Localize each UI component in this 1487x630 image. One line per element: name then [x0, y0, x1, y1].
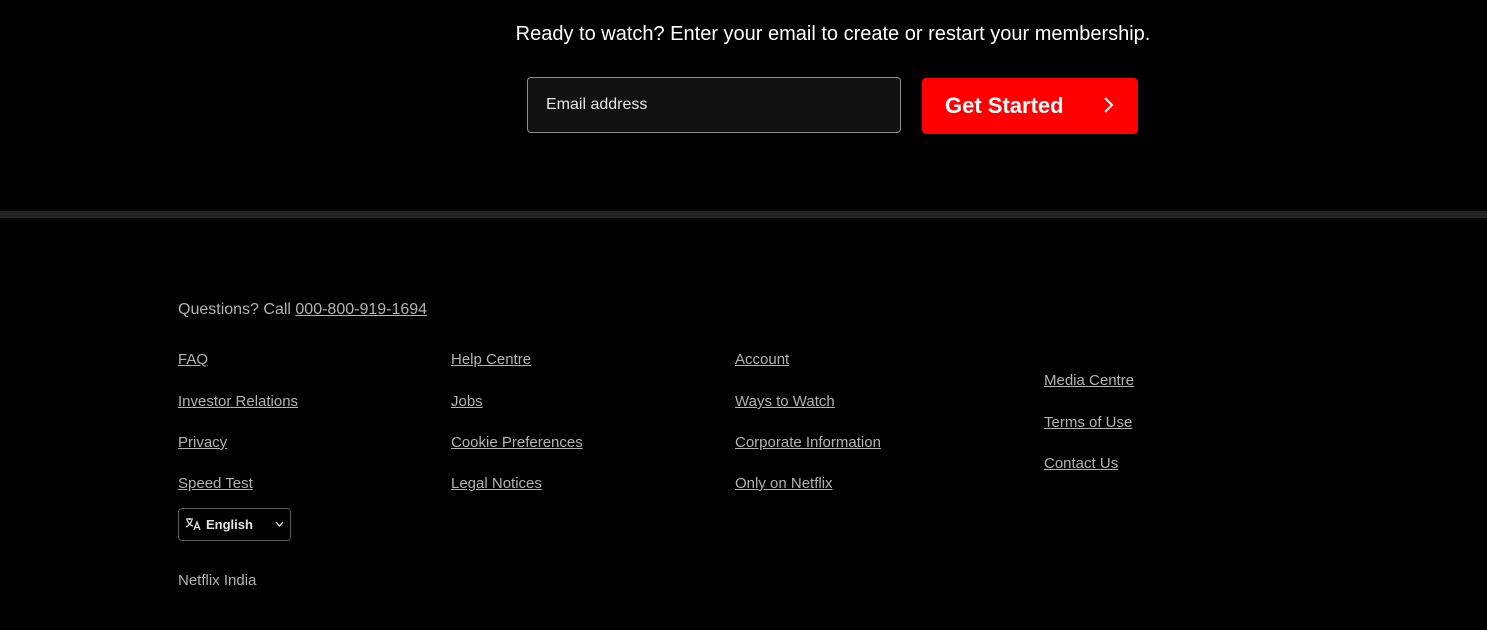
footer-link-speed-test[interactable]: Speed Test — [178, 474, 253, 494]
phone-link[interactable]: 000-800-919-1694 — [295, 301, 427, 318]
footer-link-corporate-information[interactable]: Corporate Information — [735, 433, 881, 453]
questions-text: Questions? Call — [178, 301, 296, 318]
footer-link-only-on-netflix[interactable]: Only on Netflix — [735, 474, 833, 494]
footer-link-account[interactable]: Account — [735, 350, 789, 370]
footer-link-terms-of-use[interactable]: Terms of Use — [1044, 413, 1132, 433]
language-select-value: English — [206, 517, 253, 532]
footer-link-contact-us[interactable]: Contact Us — [1044, 454, 1118, 474]
footer-link-jobs[interactable]: Jobs — [451, 392, 483, 412]
section-divider — [0, 211, 1487, 218]
language-select[interactable]: English — [178, 508, 291, 541]
footer-questions: Questions? Call 000-800-919-1694 — [178, 300, 427, 320]
footer: Questions? Call 000-800-919-1694 FAQ Inv… — [0, 218, 1487, 630]
cta-heading: Ready to watch? Enter your email to crea… — [515, 23, 1151, 45]
footer-link-investor-relations[interactable]: Investor Relations — [178, 392, 298, 412]
cta-section: Ready to watch? Enter your email to crea… — [0, 0, 1487, 211]
footer-link-cookie-preferences[interactable]: Cookie Preferences — [451, 433, 583, 453]
email-field[interactable] — [527, 77, 901, 133]
footer-link-media-centre[interactable]: Media Centre — [1044, 371, 1134, 391]
country-label: Netflix India — [178, 572, 257, 589]
footer-link-ways-to-watch[interactable]: Ways to Watch — [735, 392, 835, 412]
get-started-label: Get Started — [945, 93, 1064, 118]
footer-link-faq[interactable]: FAQ — [178, 350, 208, 370]
footer-link-privacy[interactable]: Privacy — [178, 433, 227, 453]
chevron-right-icon — [1104, 97, 1114, 113]
footer-link-help-centre[interactable]: Help Centre — [451, 350, 531, 370]
chevron-down-icon — [275, 521, 284, 527]
get-started-button[interactable]: Get Started — [922, 78, 1138, 134]
language-icon — [185, 518, 201, 531]
footer-link-legal-notices[interactable]: Legal Notices — [451, 474, 542, 494]
email-input[interactable] — [528, 78, 900, 132]
